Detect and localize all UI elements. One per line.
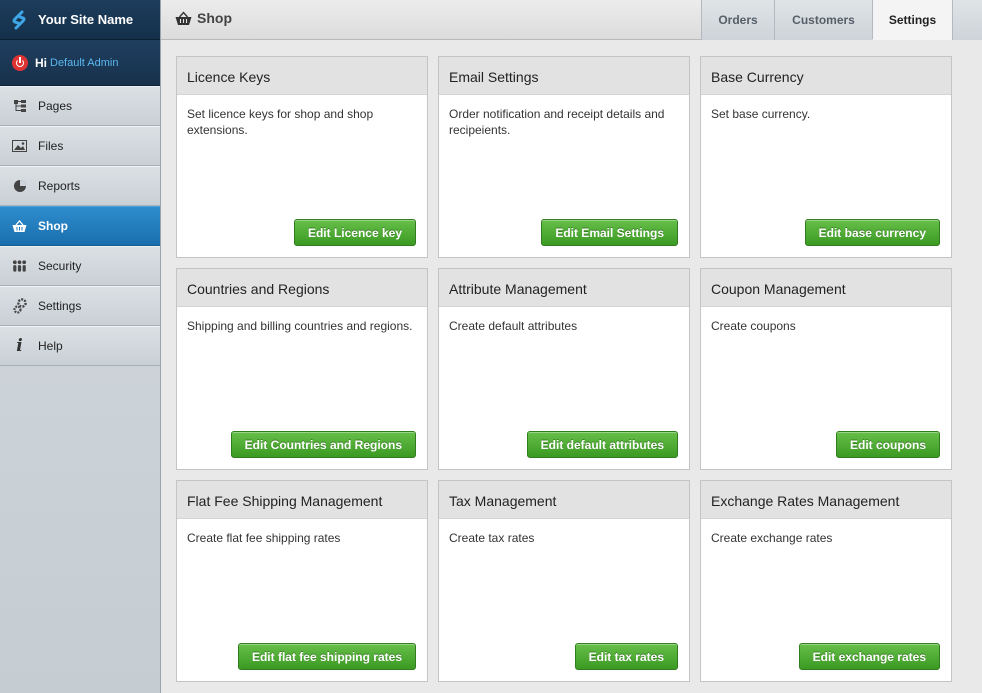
card-title: Countries and Regions xyxy=(177,269,427,307)
card-description: Create exchange rates xyxy=(711,531,833,545)
sidebar-item-security[interactable]: Security xyxy=(0,246,160,286)
card-description: Set licence keys for shop and shop exten… xyxy=(187,107,374,137)
card-title: Attribute Management xyxy=(439,269,689,307)
pie-chart-icon xyxy=(12,179,27,194)
sitemap-icon xyxy=(12,99,27,114)
edit-base-currency-button[interactable]: Edit base currency xyxy=(804,219,940,246)
edit-default-attributes-button[interactable]: Edit default attributes xyxy=(526,431,678,458)
sidebar: Your Site Name Hi Default Admin Pages Fi… xyxy=(0,0,161,693)
sidebar-item-reports[interactable]: Reports xyxy=(0,166,160,206)
sidebar-item-label: Security xyxy=(38,259,82,273)
card-title: Flat Fee Shipping Management xyxy=(177,481,427,519)
basket-icon xyxy=(175,10,192,25)
sidebar-item-label: Files xyxy=(38,139,64,153)
header-bar-end xyxy=(952,0,982,40)
card-title: Base Currency xyxy=(701,57,951,95)
card-title: Coupon Management xyxy=(701,269,951,307)
card-exchange-rates: Exchange Rates Management Create exchang… xyxy=(700,480,952,682)
card-title: Licence Keys xyxy=(177,57,427,95)
header-bar: Shop Orders Customers Settings xyxy=(161,0,982,40)
tab-orders[interactable]: Orders xyxy=(701,0,774,40)
image-icon xyxy=(12,139,27,154)
card-tax-management: Tax Management Create tax rates Edit tax… xyxy=(438,480,690,682)
card-description: Create coupons xyxy=(711,319,796,333)
card-flat-fee-shipping: Flat Fee Shipping Management Create flat… xyxy=(176,480,428,682)
info-icon: i xyxy=(16,336,23,356)
gears-icon xyxy=(12,298,27,314)
page-title-text: Shop xyxy=(197,10,232,26)
sidebar-item-label: Pages xyxy=(38,99,73,113)
user-name-link[interactable]: Default Admin xyxy=(50,57,118,69)
card-email-settings: Email Settings Order notification and re… xyxy=(438,56,690,258)
user-bar: Hi Default Admin xyxy=(0,40,160,86)
card-description: Create flat fee shipping rates xyxy=(187,531,341,545)
brand-bar[interactable]: Your Site Name xyxy=(0,0,160,40)
site-logo-icon xyxy=(12,10,26,29)
sidebar-item-help[interactable]: i Help xyxy=(0,326,160,366)
card-title: Tax Management xyxy=(439,481,689,519)
sidebar-item-label: Reports xyxy=(38,179,81,193)
sidebar-item-shop[interactable]: Shop xyxy=(0,206,160,246)
sidebar-item-files[interactable]: Files xyxy=(0,126,160,166)
greeting: Hi xyxy=(35,55,47,70)
basket-icon xyxy=(12,219,27,234)
sidebar-item-pages[interactable]: Pages xyxy=(0,86,160,126)
page-title: Shop xyxy=(175,10,232,26)
card-coupon-management: Coupon Management Create coupons Edit co… xyxy=(700,268,952,470)
power-icon[interactable] xyxy=(12,54,28,71)
card-base-currency: Base Currency Set base currency. Edit ba… xyxy=(700,56,952,258)
edit-tax-rates-button[interactable]: Edit tax rates xyxy=(574,643,678,670)
sidebar-item-label: Help xyxy=(38,339,63,353)
edit-email-settings-button[interactable]: Edit Email Settings xyxy=(541,219,678,246)
edit-countries-regions-button[interactable]: Edit Countries and Regions xyxy=(230,431,416,458)
sidebar-item-label: Settings xyxy=(38,299,82,313)
tab-bar: Orders Customers Settings xyxy=(701,0,952,40)
sidebar-item-label: Shop xyxy=(38,219,68,233)
card-description: Set base currency. xyxy=(711,107,811,121)
card-title: Exchange Rates Management xyxy=(701,481,951,519)
edit-coupons-button[interactable]: Edit coupons xyxy=(836,431,940,458)
card-description: Create tax rates xyxy=(449,531,535,545)
site-name: Your Site Name xyxy=(38,12,134,27)
card-title: Email Settings xyxy=(439,57,689,95)
sidebar-item-settings[interactable]: Settings xyxy=(0,286,160,326)
edit-licence-key-button[interactable]: Edit Licence key xyxy=(293,219,416,246)
tab-settings[interactable]: Settings xyxy=(872,0,952,40)
edit-flat-fee-shipping-button[interactable]: Edit flat fee shipping rates xyxy=(237,643,416,670)
card-description: Shipping and billing countries and regio… xyxy=(187,319,413,333)
card-countries-regions: Countries and Regions Shipping and billi… xyxy=(176,268,428,470)
card-attribute-management: Attribute Management Create default attr… xyxy=(438,268,690,470)
card-description: Create default attributes xyxy=(449,319,578,333)
card-licence-keys: Licence Keys Set licence keys for shop a… xyxy=(176,56,428,258)
edit-exchange-rates-button[interactable]: Edit exchange rates xyxy=(798,643,940,670)
card-description: Order notification and receipt details a… xyxy=(449,107,665,137)
users-icon xyxy=(12,259,27,274)
tab-customers[interactable]: Customers xyxy=(774,0,872,40)
